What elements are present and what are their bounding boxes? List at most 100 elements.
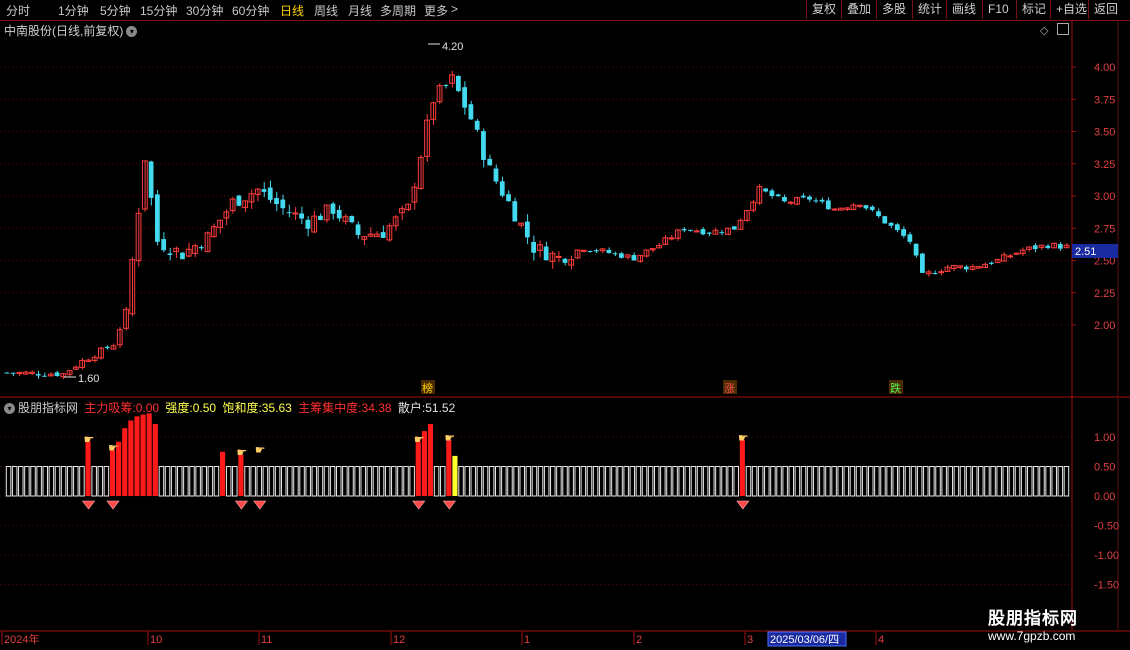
indicator-bar-white — [103, 466, 110, 497]
candle-body-down — [825, 200, 831, 210]
indicator-bar-white — [666, 466, 672, 497]
candle-body-down — [706, 232, 712, 234]
indicator-bar-white — [678, 466, 684, 497]
indicator-bar-white — [611, 466, 617, 497]
indicator-bar-white — [1026, 466, 1033, 497]
candle-body-down — [54, 372, 60, 377]
indicator-bar-white — [629, 466, 636, 497]
indicator-bar-white — [715, 466, 721, 497]
indicator-title[interactable]: ▾ 股朋指标网 主力吸筹:0.00 强度:0.50 饱和度:35.63 主筹集中度… — [4, 399, 455, 416]
indicator-bar-white — [837, 466, 843, 497]
indicator-bar-white — [794, 466, 801, 497]
candle-body-down — [104, 346, 110, 349]
indicator-bar-white — [598, 466, 605, 497]
time-label: 2 — [636, 634, 642, 646]
indicator-bar-white — [201, 466, 207, 497]
candle-body-down — [524, 221, 530, 238]
marker-label: 涨 — [724, 382, 735, 395]
indicator-bar-white — [1008, 466, 1015, 497]
indicator-bar-red — [427, 424, 434, 496]
indicator-bar-white — [262, 466, 269, 497]
chart-area[interactable]: 4.003.753.503.253.002.752.502.252.001.00… — [0, 0, 1130, 650]
indicator-bar-white — [556, 466, 562, 497]
field-value-xichou: 0.00 — [135, 401, 160, 415]
indicator-bar-white — [623, 466, 629, 497]
candle-body-down — [763, 188, 769, 192]
indicator-bar-white — [225, 466, 232, 497]
indicator-bar-white — [30, 466, 36, 497]
indicator-bar-white — [256, 466, 263, 497]
indicator-bar-white — [232, 466, 238, 497]
indicator-bar-white — [831, 466, 837, 497]
indicator-bar-red — [140, 414, 146, 496]
indicator-bar-white — [1002, 466, 1009, 497]
indicator-bar-red — [134, 416, 140, 496]
indicator-bar-white — [825, 466, 831, 497]
indicator-bar-white — [195, 466, 201, 497]
indicator-bar-white — [170, 466, 177, 497]
indicator-bar-white — [886, 466, 892, 497]
candle-body-down — [901, 229, 906, 236]
indicator-bar-white — [635, 466, 642, 497]
indicator-bar-white — [702, 466, 709, 497]
candle-body-down — [380, 232, 386, 238]
indicator-bar-white — [36, 466, 42, 497]
field-label-jizhongdu: 主筹集中度: — [298, 401, 362, 415]
indicator-bar-white — [806, 466, 813, 497]
indicator-bar-white — [898, 466, 905, 497]
pointing-hand-icon: ☛ — [84, 433, 95, 447]
candle-body-down — [612, 253, 618, 255]
indicator-bar-white — [971, 466, 978, 497]
indicator-bar-white — [391, 466, 397, 497]
indicator-bar-white — [861, 466, 868, 497]
candle-body-down — [299, 213, 304, 219]
indicator-bar-white — [580, 466, 587, 497]
gem-icon — [442, 500, 456, 510]
indicator-bar-white — [207, 466, 214, 497]
chevron-down-icon[interactable]: ▾ — [4, 403, 15, 415]
indicator-bar-white — [782, 466, 788, 497]
indicator-bar-white — [507, 466, 513, 497]
indicator-bar-white — [501, 466, 507, 497]
indicator-bar-white — [305, 466, 311, 497]
candle-body-down — [769, 190, 775, 196]
indicator-bar-white — [647, 466, 654, 497]
candle-body-down — [681, 228, 687, 231]
candle-body-down — [1045, 245, 1051, 249]
cursor-date-label: 2025/03/06/四 — [770, 634, 839, 646]
indicator-bar-white — [843, 466, 850, 497]
field-label-baohedu: 饱和度: — [222, 401, 262, 415]
candle-body-down — [888, 222, 894, 226]
time-label: 3 — [747, 634, 753, 646]
indicator-bar-white — [684, 466, 691, 497]
indicator-bar-white — [244, 466, 250, 497]
indicator-bar-white — [574, 466, 581, 497]
candle-body-down — [10, 372, 16, 374]
candle-body-down — [907, 234, 913, 242]
pointing-hand-icon: ☛ — [444, 431, 455, 445]
indicator-bar-white — [904, 466, 911, 497]
indicator-tick-label: -1.50 — [1094, 580, 1119, 592]
candle-body-down — [800, 195, 806, 198]
indicator-bar-white — [158, 466, 165, 497]
high-price-label: 4.20 — [442, 41, 463, 53]
indicator-bar-white — [984, 466, 990, 497]
candle-body-down — [286, 212, 292, 214]
indicator-bar-white — [868, 466, 874, 497]
price-tick-label: 2.25 — [1094, 288, 1115, 300]
indicator-bar-white — [605, 466, 611, 497]
time-label: 10 — [150, 634, 162, 646]
indicator-bar-red — [415, 441, 421, 496]
low-price-label: 1.60 — [78, 373, 99, 385]
indicator-bar-white — [342, 466, 348, 497]
indicator-bar-white — [537, 466, 544, 497]
candle-body-down — [180, 252, 185, 260]
indicator-bar-white — [1063, 466, 1070, 497]
indicator-bar-white — [892, 466, 898, 497]
watermark-url: www.7gpzb.com — [988, 629, 1076, 643]
indicator-bar-white — [378, 466, 385, 497]
candle-body-down — [305, 219, 311, 229]
candle-body-up — [668, 237, 675, 240]
indicator-bar-white — [24, 466, 30, 497]
candle-body-down — [161, 239, 167, 251]
